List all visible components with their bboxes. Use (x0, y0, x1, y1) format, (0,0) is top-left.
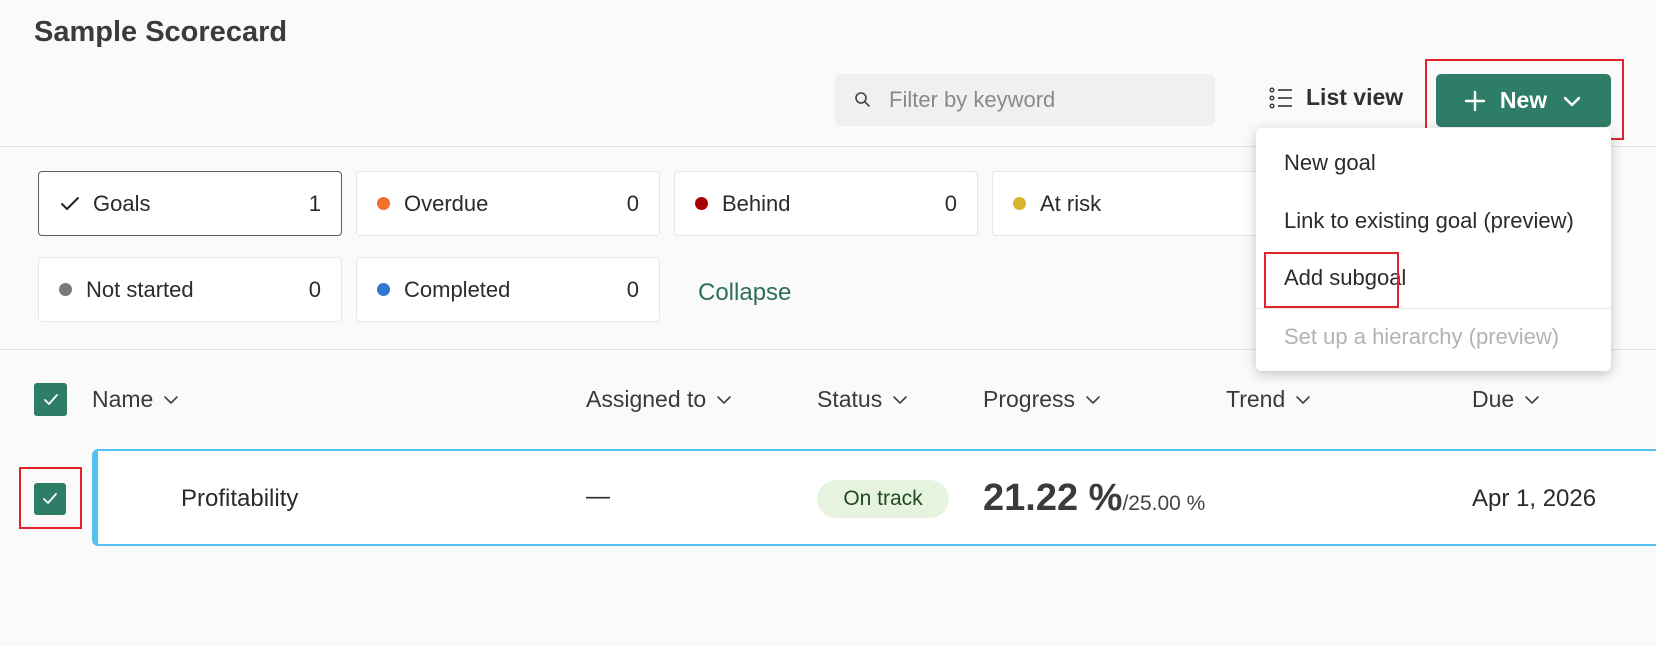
status-dot (1013, 197, 1026, 210)
status-card-count: 0 (308, 276, 321, 302)
status-card-goals[interactable]: Goals 1 (38, 171, 342, 236)
chevron-down-icon (1296, 395, 1311, 404)
status-card-count: 1 (308, 190, 321, 216)
goal-name[interactable]: Profitability (181, 485, 298, 513)
list-view-label: List view (1306, 84, 1404, 110)
column-header-label: Progress (983, 386, 1076, 412)
column-header-status[interactable]: Status (817, 386, 908, 413)
status-card-label: Goals (93, 190, 151, 216)
chevron-down-icon (1525, 395, 1540, 404)
new-button[interactable]: New (1436, 74, 1611, 127)
chevron-down-icon (893, 395, 908, 404)
menu-item-new-goal[interactable]: New goal (1284, 150, 1376, 176)
chevron-down-icon (717, 395, 732, 404)
status-card-count: 0 (626, 190, 639, 216)
status-card-label: Not started (86, 276, 194, 302)
status-card-count: 0 (944, 190, 957, 216)
menu-divider (1256, 308, 1611, 309)
progress-target: /25.00 % (1122, 492, 1206, 515)
list-view-button[interactable]: List view (1268, 84, 1403, 111)
progress-value: 21.22 % (983, 477, 1123, 519)
goal-assigned-to: — (586, 483, 610, 510)
column-header-assigned-to[interactable]: Assigned to (586, 386, 732, 413)
check-icon (61, 196, 79, 210)
select-all-checkbox[interactable] (34, 383, 67, 416)
column-header-progress[interactable]: Progress (983, 386, 1101, 413)
menu-item-link-existing-goal[interactable]: Link to existing goal (preview) (1284, 208, 1574, 234)
status-badge-label: On track (843, 487, 923, 510)
status-dot (59, 283, 72, 296)
status-card-overdue[interactable]: Overdue 0 (356, 171, 660, 236)
status-card-at-risk[interactable]: At risk (992, 171, 1296, 236)
collapse-link[interactable]: Collapse (698, 279, 791, 307)
search-icon (855, 92, 870, 107)
status-card-label: At risk (1040, 190, 1102, 216)
status-card-behind[interactable]: Behind 0 (674, 171, 978, 236)
status-card-count: 0 (626, 276, 639, 302)
column-header-name[interactable]: Name (92, 386, 179, 413)
page-title: Sample Scorecard (34, 16, 288, 48)
list-icon (1269, 87, 1292, 109)
column-header-due[interactable]: Due (1472, 386, 1540, 413)
column-header-label: Trend (1226, 386, 1286, 412)
status-card-completed[interactable]: Completed 0 (356, 257, 660, 322)
row-checkbox[interactable] (34, 483, 66, 515)
column-header-trend[interactable]: Trend (1226, 386, 1311, 413)
new-dropdown-menu: New goal Link to existing goal (preview)… (1256, 128, 1611, 371)
status-card-label: Completed (404, 276, 511, 302)
menu-item-set-up-hierarchy: Set up a hierarchy (preview) (1284, 324, 1560, 349)
status-dot (377, 283, 390, 296)
checkmark-icon (43, 393, 58, 405)
add-subgoal-highlight (1264, 252, 1399, 308)
status-dot (377, 197, 390, 210)
status-card-not-started[interactable]: Not started 0 (38, 257, 342, 322)
column-header-label: Due (1472, 386, 1515, 412)
goal-due-date: Apr 1, 2026 (1472, 485, 1597, 512)
column-header-label: Name (92, 386, 154, 412)
status-badge[interactable]: On track (817, 480, 949, 518)
chevron-down-icon (1563, 96, 1581, 106)
status-card-label: Overdue (404, 190, 489, 216)
search-box[interactable] (835, 74, 1215, 126)
new-button-label: New (1499, 87, 1548, 113)
chevron-down-icon (164, 395, 179, 404)
plus-icon (1464, 90, 1486, 111)
status-card-label: Behind (722, 190, 791, 216)
chevron-down-icon (1086, 395, 1100, 404)
goal-progress[interactable]: 21.22 % /25.00 % (983, 477, 1205, 520)
search-input[interactable] (889, 87, 1189, 113)
checkmark-icon (43, 493, 57, 504)
column-header-label: Assigned to (586, 386, 707, 412)
status-dot (695, 197, 708, 210)
column-header-label: Status (817, 386, 883, 412)
